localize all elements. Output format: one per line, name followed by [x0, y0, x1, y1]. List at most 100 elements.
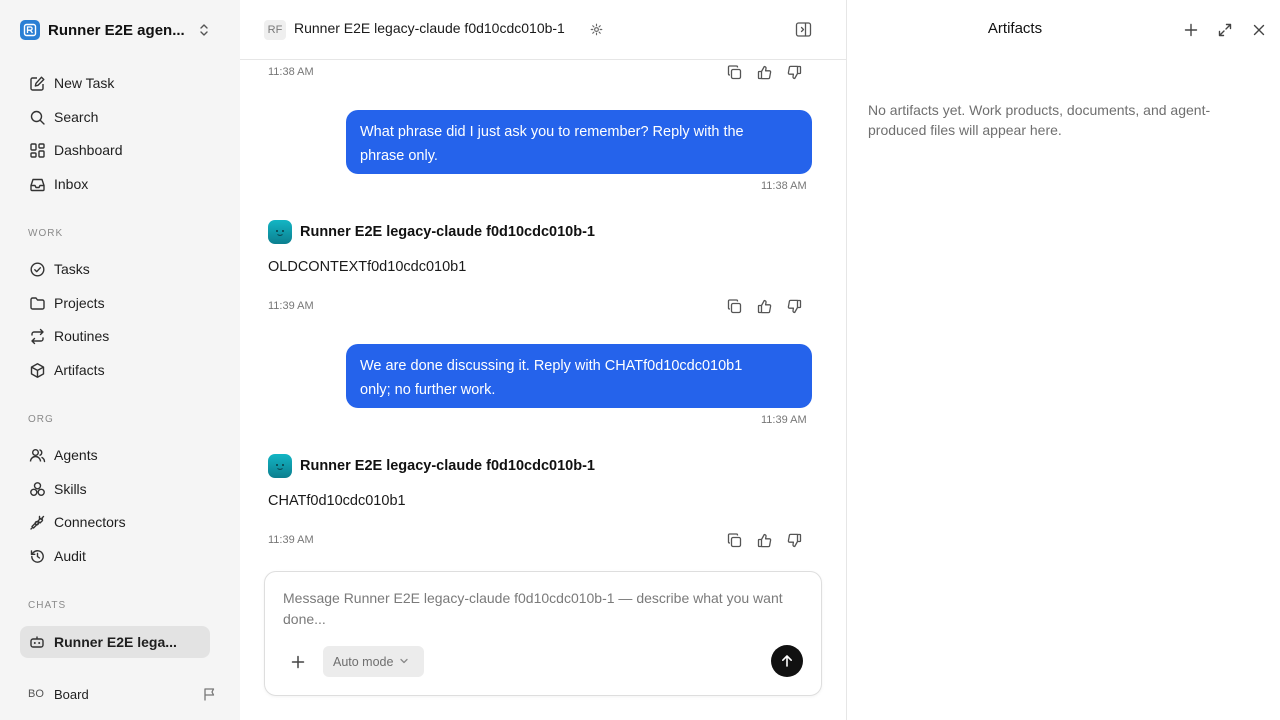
thumbs-down-icon[interactable]: [784, 530, 804, 550]
section-title-work: WORK: [28, 228, 64, 239]
gear-icon[interactable]: [590, 23, 603, 41]
history-icon: [28, 547, 46, 565]
agent-avatar: [268, 454, 292, 478]
agent-name: Runner E2E legacy-claude f0d10cdc010b-1: [300, 224, 595, 240]
message-text-line: only; no further work.: [360, 382, 496, 398]
message-input[interactable]: [283, 588, 803, 632]
nav-new-task[interactable]: New Task: [20, 68, 220, 98]
agent-name: Runner E2E legacy-claude f0d10cdc010b-1: [300, 458, 595, 474]
nav-connectors[interactable]: Connectors: [20, 507, 220, 537]
chat-panel: RF Runner E2E legacy-claude f0d10cdc010b…: [240, 0, 846, 720]
nav-label: Routines: [54, 328, 110, 344]
chat-item-runner[interactable]: Runner E2E lega...: [20, 626, 210, 658]
dashboard-icon: [28, 141, 46, 159]
thumbs-up-icon[interactable]: [754, 62, 774, 82]
bot-icon: [28, 633, 46, 651]
thumbs-up-icon[interactable]: [754, 530, 774, 550]
message-timestamp: 11:39 AM: [268, 300, 314, 312]
plug-icon: [28, 513, 46, 531]
plus-icon: [291, 655, 305, 669]
repeat-icon: [28, 327, 46, 345]
inbox-icon: [28, 175, 46, 193]
expand-icon[interactable]: [1215, 20, 1235, 40]
workspace-switcher[interactable]: Runner E2E agen...: [20, 18, 220, 42]
message-text-line: What phrase did I just ask you to rememb…: [360, 124, 744, 140]
artifacts-empty-state: No artifacts yet. Work products, documen…: [868, 102, 1211, 138]
folder-icon: [28, 294, 46, 312]
message-timestamp: 11:38 AM: [268, 66, 314, 78]
message-actions: [724, 296, 814, 316]
skills-icon: [28, 480, 46, 498]
section-title-chats: CHATS: [28, 600, 67, 611]
message-timestamp: 11:39 AM: [761, 414, 807, 426]
message-actions: [724, 62, 814, 82]
close-icon[interactable]: [1249, 20, 1269, 40]
nav-skills[interactable]: Skills: [20, 474, 220, 504]
nav-label: Search: [54, 109, 99, 125]
nav-routines[interactable]: Routines: [20, 321, 220, 351]
thumbs-down-icon[interactable]: [784, 296, 804, 316]
agent-message-header: Runner E2E legacy-claude f0d10cdc010b-1: [268, 454, 595, 478]
add-artifact-button[interactable]: [1181, 20, 1201, 40]
user-initials: BO: [28, 688, 44, 700]
agent-message-text: CHATf0d10cdc010b1: [268, 493, 406, 509]
user-message-bubble: What phrase did I just ask you to rememb…: [346, 110, 812, 174]
send-button[interactable]: [771, 645, 803, 677]
workspace-logo-icon: [20, 20, 40, 40]
nav-label: Skills: [54, 481, 87, 497]
user-message-bubble: We are done discussing it. Reply with CH…: [346, 344, 812, 408]
nav-label: Audit: [54, 548, 86, 564]
thumbs-up-icon[interactable]: [754, 296, 774, 316]
chat-header: RF Runner E2E legacy-claude f0d10cdc010b…: [240, 0, 846, 60]
agent-initials-avatar: RF: [264, 20, 286, 40]
message-composer: Auto mode: [264, 571, 822, 696]
artifacts-title: Artifacts: [987, 20, 1043, 37]
artifacts-panel: Artifacts No artifacts yet. Work product…: [846, 0, 1280, 720]
nav-label: Tasks: [54, 261, 90, 277]
nav-projects[interactable]: Projects: [20, 288, 220, 318]
mode-selector[interactable]: Auto mode: [323, 646, 424, 677]
nav-label: Projects: [54, 295, 105, 311]
copy-icon[interactable]: [724, 296, 744, 316]
agent-message-header: Runner E2E legacy-claude f0d10cdc010b-1: [268, 220, 595, 244]
plus-icon: [1184, 23, 1198, 37]
attach-button[interactable]: [287, 651, 309, 673]
cube-icon: [28, 361, 46, 379]
edit-icon: [28, 74, 46, 92]
copy-icon[interactable]: [724, 62, 744, 82]
nav-tasks[interactable]: Tasks: [20, 254, 220, 284]
agent-avatar: [268, 220, 292, 244]
mode-label: Auto mode: [333, 654, 394, 669]
check-circle-icon: [28, 260, 46, 278]
arrow-up-icon: [782, 655, 792, 667]
agent-message-text: OLDCONTEXTf0d10cdc010b1: [268, 259, 467, 275]
user-profile[interactable]: BO Board: [28, 682, 218, 706]
message-text-line: We are done discussing it. Reply with CH…: [360, 358, 743, 374]
nav-dashboard[interactable]: Dashboard: [20, 135, 220, 165]
nav-label: Artifacts: [54, 362, 105, 378]
chat-item-label: Runner E2E lega...: [54, 634, 177, 650]
chevron-up-down-icon: [196, 22, 212, 38]
search-icon: [28, 108, 46, 126]
nav-agents[interactable]: Agents: [20, 440, 220, 470]
users-icon: [28, 446, 46, 464]
flag-icon[interactable]: [202, 686, 218, 707]
workspace-name: Runner E2E agen...: [48, 21, 185, 39]
nav-label: Agents: [54, 447, 98, 463]
copy-icon[interactable]: [724, 530, 744, 550]
nav-artifacts[interactable]: Artifacts: [20, 355, 220, 385]
toggle-panel-icon[interactable]: [795, 21, 812, 43]
nav-label: Dashboard: [54, 142, 123, 158]
message-text-line: phrase only.: [360, 148, 438, 164]
section-title-org: ORG: [28, 414, 54, 425]
nav-label: Connectors: [54, 514, 126, 530]
nav-audit[interactable]: Audit: [20, 541, 220, 571]
thumbs-down-icon[interactable]: [784, 62, 804, 82]
nav-label: Inbox: [54, 176, 89, 192]
nav-inbox[interactable]: Inbox: [20, 169, 220, 199]
message-list[interactable]: 11:38 AM What phrase did I just ask you …: [240, 61, 846, 566]
message-timestamp: 11:39 AM: [268, 534, 314, 546]
chevron-down-icon: [399, 655, 409, 669]
message-timestamp: 11:38 AM: [761, 180, 807, 192]
nav-search[interactable]: Search: [20, 102, 220, 132]
